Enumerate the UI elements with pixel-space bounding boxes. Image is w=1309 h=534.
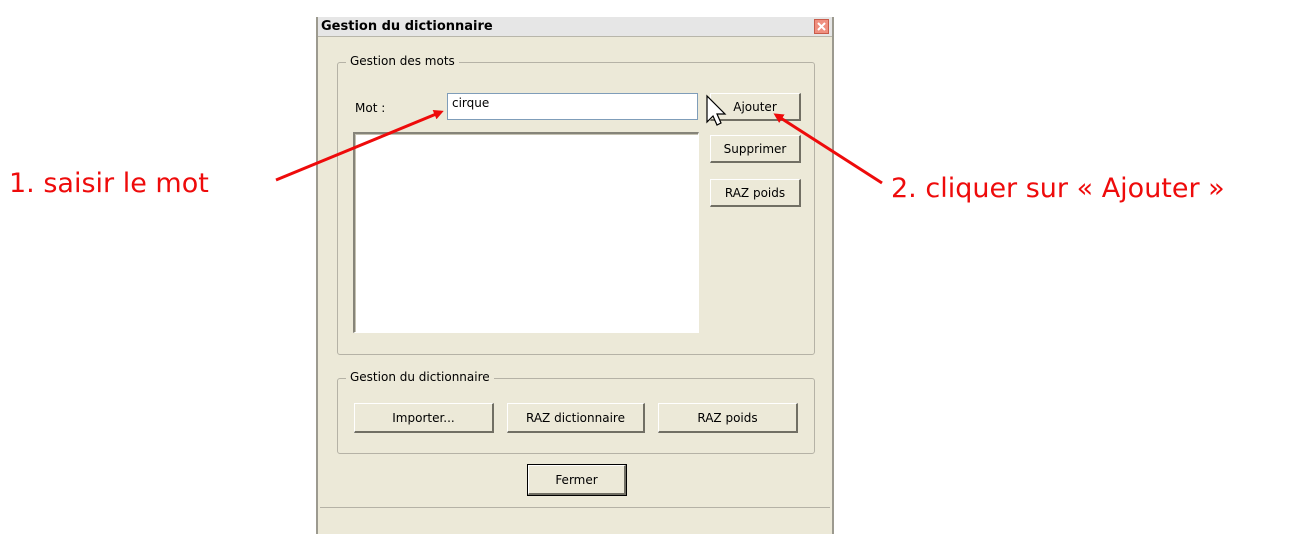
annotation-arrows [275,94,883,185]
arrow-step2 [773,113,883,185]
mouse-cursor-icon [706,94,727,126]
arrow-step1 [275,110,444,182]
